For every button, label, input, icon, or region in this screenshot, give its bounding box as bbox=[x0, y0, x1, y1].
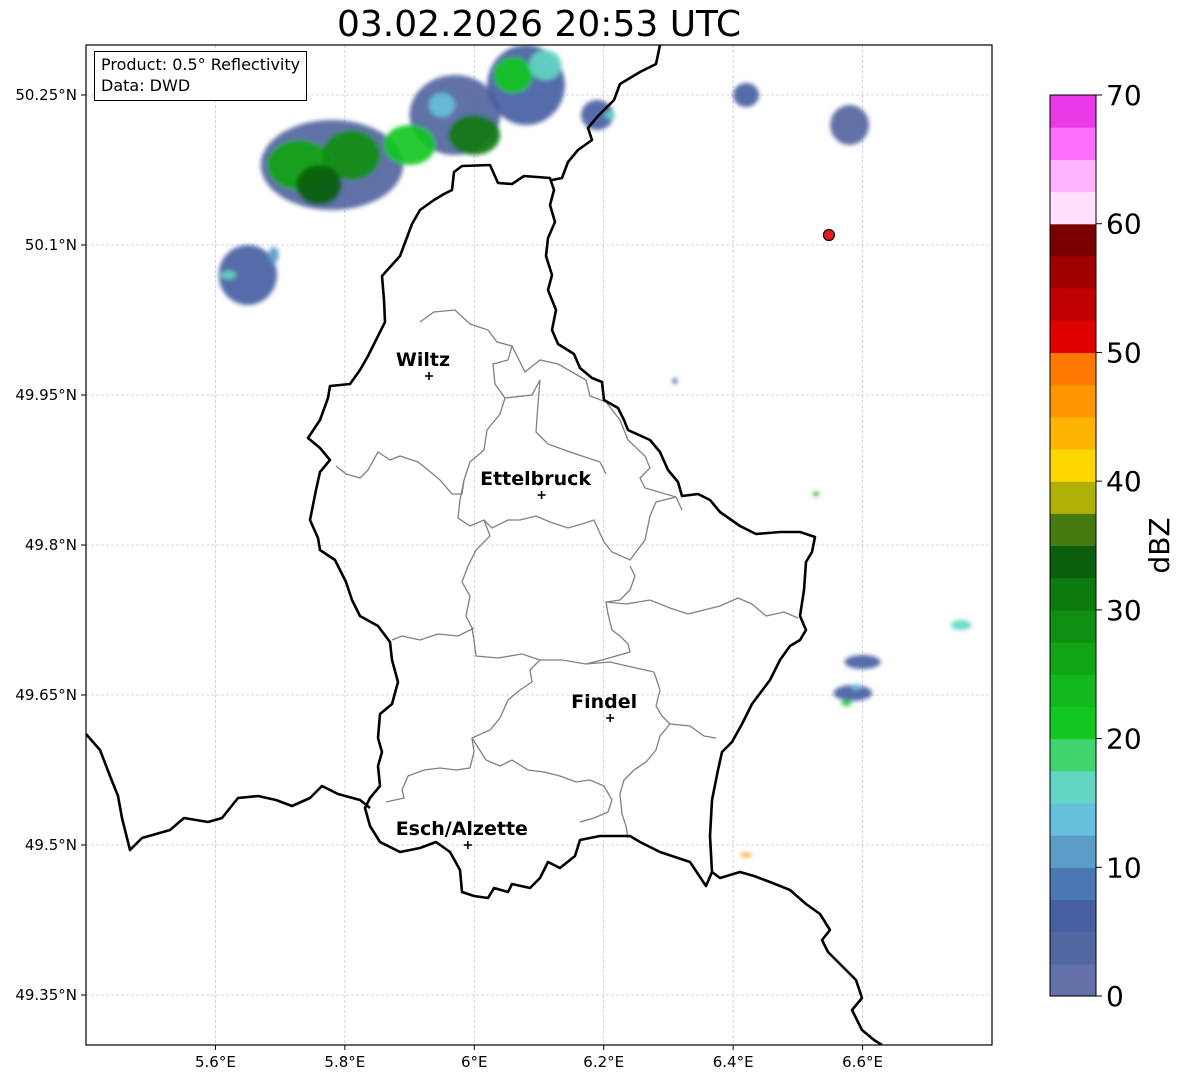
colorbar-segment bbox=[1050, 481, 1096, 514]
product-label: Product: 0.5° Reflectivity bbox=[101, 55, 301, 74]
colorbar-segment bbox=[1050, 448, 1096, 482]
colorbar-tick-label: 70 bbox=[1106, 79, 1142, 112]
colorbar-segment bbox=[1050, 867, 1096, 901]
colorbar-segment bbox=[1050, 577, 1096, 611]
colorbar-segment bbox=[1050, 288, 1096, 321]
radar-echo bbox=[428, 93, 455, 117]
lat-tick-label: 50.1°N bbox=[25, 236, 77, 254]
radar-echo bbox=[830, 105, 870, 145]
colorbar-segment bbox=[1050, 352, 1096, 386]
colorbar-segment bbox=[1050, 835, 1096, 868]
radar-echo bbox=[220, 271, 237, 279]
lon-tick-label: 6.6°E bbox=[842, 1053, 883, 1071]
radar-echo bbox=[493, 57, 533, 93]
lat-tick-label: 50.25°N bbox=[15, 86, 77, 104]
colorbar-segment bbox=[1050, 738, 1096, 772]
city-label: Ettelbruck bbox=[480, 468, 591, 490]
colorbar-segment bbox=[1050, 899, 1096, 933]
colorbar-segment bbox=[1050, 320, 1096, 354]
lat-tick-label: 49.8°N bbox=[25, 536, 77, 554]
lon-tick-label: 6.4°E bbox=[713, 1053, 754, 1071]
radar-map: 5.6°E 5.8°E 6°E 6.2°E 6.4°E 6.6°E 50.25°N 50.1°… bbox=[15, 44, 1176, 1071]
data-source-label: Data: DWD bbox=[101, 76, 191, 95]
lat-tick-label: 49.65°N bbox=[15, 686, 77, 704]
lon-tick-label: 5.6°E bbox=[195, 1053, 236, 1071]
colorbar-segment bbox=[1050, 545, 1096, 579]
lon-tick-label: 6.2°E bbox=[583, 1053, 624, 1071]
radar-echo bbox=[448, 115, 501, 155]
colorbar-segment bbox=[1050, 674, 1096, 707]
radar-echo bbox=[296, 165, 342, 205]
lon-tick-label: 5.8°E bbox=[324, 1053, 365, 1071]
colorbar-tick-label: 0 bbox=[1106, 980, 1124, 1013]
colorbar-segment bbox=[1050, 127, 1096, 160]
city-label: Findel bbox=[571, 691, 637, 713]
lon-tick-label: 6°E bbox=[461, 1053, 488, 1071]
lat-tick-label: 49.35°N bbox=[15, 986, 77, 1004]
radar-echo bbox=[268, 247, 279, 263]
lat-tick-label: 49.95°N bbox=[15, 386, 77, 404]
radar-echo bbox=[740, 853, 752, 857]
radar-echo bbox=[841, 700, 852, 706]
radar-echo bbox=[844, 655, 881, 669]
colorbar-tick-label: 20 bbox=[1106, 723, 1142, 756]
radar-site-marker bbox=[822, 228, 836, 242]
colorbar-segment bbox=[1050, 191, 1096, 225]
radar-echo bbox=[672, 378, 678, 384]
colorbar-tick-label: 30 bbox=[1106, 594, 1142, 627]
radar-echo bbox=[812, 492, 820, 496]
colorbar-segment bbox=[1050, 963, 1096, 997]
product-info-box: Product: 0.5° Reflectivity Data: DWD bbox=[94, 51, 308, 101]
colorbar-segment bbox=[1050, 642, 1096, 675]
radar-echo bbox=[950, 620, 972, 630]
lat-tick-label: 49.5°N bbox=[25, 836, 77, 854]
colorbar-segment bbox=[1050, 384, 1096, 418]
colorbar-segment bbox=[1050, 416, 1096, 450]
colorbar-tick-label: 60 bbox=[1106, 208, 1142, 241]
colorbar-tick-label: 10 bbox=[1106, 851, 1142, 884]
colorbar-segment bbox=[1050, 95, 1096, 128]
colorbar-tick-label: 40 bbox=[1106, 465, 1142, 498]
colorbar-segment bbox=[1050, 223, 1096, 257]
radar-echo bbox=[850, 684, 862, 690]
colorbar-segment bbox=[1050, 770, 1096, 804]
colorbar-segment bbox=[1050, 159, 1096, 193]
colorbar-segment bbox=[1050, 255, 1096, 289]
colorbar-label: dBZ bbox=[1143, 517, 1176, 573]
radar-echo bbox=[605, 111, 616, 119]
colorbar-segment bbox=[1050, 706, 1096, 740]
city-label: Wiltz bbox=[396, 349, 450, 371]
colorbar-tick-label: 50 bbox=[1106, 336, 1142, 369]
colorbar: 0 10 20 30 40 50 60 70 dBZ bbox=[1049, 79, 1176, 1013]
colorbar-segment bbox=[1050, 931, 1096, 965]
radar-echo bbox=[733, 83, 760, 107]
colorbar-segment bbox=[1050, 513, 1096, 547]
colorbar-segment bbox=[1050, 609, 1096, 643]
radar-echo bbox=[529, 50, 562, 80]
city-label: Esch/Alzette bbox=[396, 818, 528, 840]
radar-echo bbox=[383, 125, 436, 165]
colorbar-segment bbox=[1050, 802, 1096, 836]
